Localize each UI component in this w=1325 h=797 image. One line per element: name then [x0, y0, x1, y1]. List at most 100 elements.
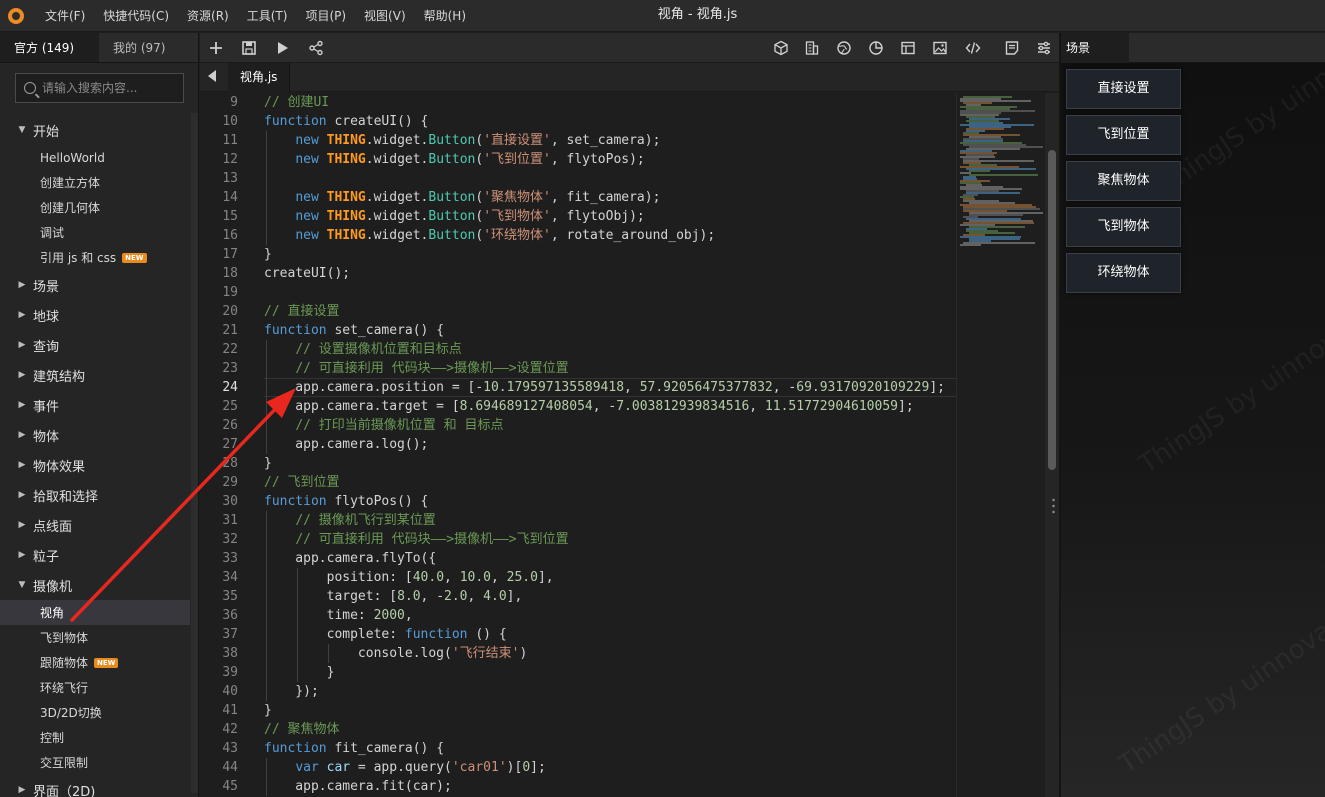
tree-group[interactable]: ▶ 粒子: [0, 540, 190, 570]
code-line[interactable]: var car = app.query('car01')[0];: [264, 758, 945, 777]
tree-item[interactable]: 控制: [0, 725, 190, 750]
caret-right-icon[interactable]: ▶: [17, 400, 27, 410]
code-line[interactable]: app.camera.flyTo({: [264, 549, 945, 568]
cube-icon[interactable]: [773, 40, 789, 56]
tree-item[interactable]: 创建立方体: [0, 170, 190, 195]
code-line[interactable]: // 飞到位置: [264, 473, 945, 492]
caret-right-icon[interactable]: ▶: [17, 460, 27, 470]
menu-item[interactable]: 帮助(H): [415, 0, 475, 32]
code-line[interactable]: new THING.widget.Button('聚焦物体', fit_came…: [264, 188, 945, 207]
scene-button-orbit-object[interactable]: 环绕物体: [1066, 253, 1181, 293]
code-line[interactable]: [264, 169, 945, 188]
code-line[interactable]: // 设置摄像机位置和目标点: [264, 340, 945, 359]
code-line[interactable]: complete: function () {: [264, 625, 945, 644]
tab-mine[interactable]: 我的 (97): [99, 33, 198, 62]
code-line[interactable]: createUI();: [264, 264, 945, 283]
tree-item[interactable]: 调试: [0, 220, 190, 245]
code-line[interactable]: new THING.widget.Button('飞到位置', flytoPos…: [264, 150, 945, 169]
code-line[interactable]: function set_camera() {: [264, 321, 945, 340]
code-line[interactable]: [264, 283, 945, 302]
tree-item[interactable]: HelloWorld: [0, 145, 190, 170]
globe-icon[interactable]: [836, 40, 852, 56]
code-editor[interactable]: 9 10 11 12 13 14 15 16 17 18 19 20 21 22 23 24 25 26 27 28 2…: [200, 93, 956, 797]
caret-right-icon[interactable]: ▶: [17, 430, 27, 440]
code-line[interactable]: }: [264, 701, 945, 720]
code-line[interactable]: time: 2000,: [264, 606, 945, 625]
tree-item[interactable]: 创建几何体: [0, 195, 190, 220]
back-arrow-icon[interactable]: [208, 70, 216, 82]
menu-item[interactable]: 视图(V): [355, 0, 415, 32]
code-line[interactable]: // 聚焦物体: [264, 720, 945, 739]
code-line[interactable]: function fit_camera() {: [264, 739, 945, 758]
code-line[interactable]: function createUI() {: [264, 112, 945, 131]
code-line[interactable]: app.camera.position = [-10.1795971355894…: [264, 378, 945, 397]
settings-icon[interactable]: [1036, 40, 1052, 56]
code-line[interactable]: new THING.widget.Button('飞到物体', flytoObj…: [264, 207, 945, 226]
code-line[interactable]: app.camera.log();: [264, 435, 945, 454]
tree-group[interactable]: ▶ 物体效果: [0, 450, 190, 480]
editor-scrollbar[interactable]: [1045, 93, 1059, 797]
tree-group[interactable]: ▶ 物体: [0, 420, 190, 450]
tree-group[interactable]: ▶ 建筑结构: [0, 360, 190, 390]
code-line[interactable]: }: [264, 245, 945, 264]
file-tab[interactable]: 视角.js: [228, 63, 291, 92]
share-icon[interactable]: [308, 40, 324, 56]
code-line[interactable]: // 可直接利用 代码块——>摄像机——>飞到位置: [264, 530, 945, 549]
drag-handle-icon[interactable]: [1052, 497, 1055, 515]
code-line[interactable]: new THING.widget.Button('直接设置', set_came…: [264, 131, 945, 150]
sidebar-scrollbar[interactable]: [191, 113, 198, 793]
code-line[interactable]: // 创建UI: [264, 93, 945, 112]
code-line[interactable]: // 摄像机飞行到某位置: [264, 511, 945, 530]
code-line[interactable]: position: [40.0, 10.0, 25.0],: [264, 568, 945, 587]
code-line[interactable]: app.camera.target = [8.694689127408054, …: [264, 397, 945, 416]
caret-right-icon[interactable]: ▶: [17, 370, 27, 380]
code-icon[interactable]: [965, 40, 981, 56]
caret-right-icon[interactable]: ▶: [17, 520, 27, 530]
scene-button-fly-to-position[interactable]: 飞到位置: [1066, 115, 1181, 155]
play-icon[interactable]: [274, 40, 290, 56]
tree-item[interactable]: 视角: [0, 600, 190, 625]
code-line[interactable]: app.camera.fit(car);: [264, 777, 945, 796]
scene-button-focus-object[interactable]: 聚焦物体: [1066, 161, 1181, 201]
save-icon[interactable]: [241, 40, 257, 56]
menu-item[interactable]: 文件(F): [36, 0, 94, 32]
code-minimap[interactable]: [956, 93, 1045, 797]
tree-group[interactable]: ▶ 场景: [0, 270, 190, 300]
chart-icon[interactable]: [868, 40, 884, 56]
tree-group[interactable]: ▶ 点线面: [0, 510, 190, 540]
tree-group[interactable]: ▶ 拾取和选择: [0, 480, 190, 510]
code-line[interactable]: new THING.widget.Button('环绕物体', rotate_a…: [264, 226, 945, 245]
tree-item[interactable]: 环绕飞行: [0, 675, 190, 700]
tab-scene[interactable]: 场景: [1061, 33, 1129, 63]
caret-right-icon[interactable]: ▶: [17, 490, 27, 500]
tree-group[interactable]: ▶ 地球: [0, 300, 190, 330]
tree-group[interactable]: ▶ 查询: [0, 330, 190, 360]
tree-group[interactable]: ▼ 开始: [0, 115, 190, 145]
code-line[interactable]: target: [8.0, -2.0, 4.0],: [264, 587, 945, 606]
code-line[interactable]: }: [264, 663, 945, 682]
search-box[interactable]: [15, 73, 184, 103]
scene-viewport[interactable]: ThingJS by uinnova ThingJS by uinnova Th…: [1061, 63, 1325, 797]
tree-group[interactable]: ▼ 摄像机: [0, 570, 190, 600]
code-line[interactable]: console.log('飞行结束'): [264, 644, 945, 663]
tree-item[interactable]: 飞到物体: [0, 625, 190, 650]
scene-button-fly-to-object[interactable]: 飞到物体: [1066, 207, 1181, 247]
caret-right-icon[interactable]: ▶: [17, 310, 27, 320]
tree-item[interactable]: 交互限制: [0, 750, 190, 775]
editor-scroll-thumb[interactable]: [1048, 150, 1056, 470]
code-line[interactable]: // 直接设置: [264, 302, 945, 321]
caret-down-icon[interactable]: ▼: [17, 580, 27, 590]
caret-right-icon[interactable]: ▶: [17, 785, 27, 795]
building-icon[interactable]: [804, 40, 820, 56]
menu-item[interactable]: 项目(P): [296, 0, 355, 32]
code-line[interactable]: });: [264, 682, 945, 701]
tab-official[interactable]: 官方 (149): [0, 33, 99, 62]
code-lines[interactable]: // 创建UI function createUI() { new THING.w…: [264, 93, 945, 796]
tree-group[interactable]: ▶ 事件: [0, 390, 190, 420]
caret-right-icon[interactable]: ▶: [17, 550, 27, 560]
layout-icon[interactable]: [900, 40, 916, 56]
caret-right-icon[interactable]: ▶: [17, 340, 27, 350]
menu-item[interactable]: 快捷代码(C): [94, 0, 178, 32]
notes-icon[interactable]: [1004, 40, 1020, 56]
search-input[interactable]: [42, 81, 182, 95]
